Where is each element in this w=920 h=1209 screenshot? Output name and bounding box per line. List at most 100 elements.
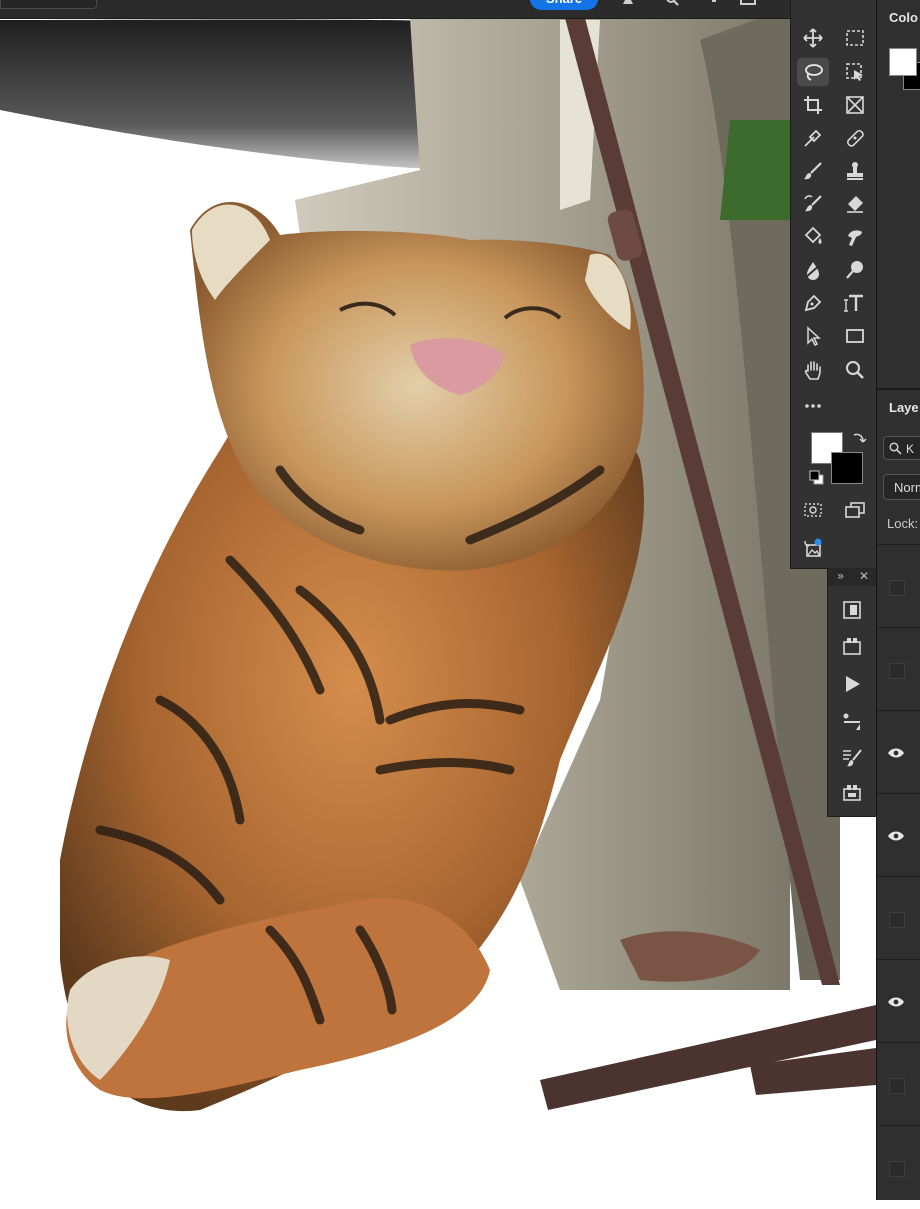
bandage-icon: [846, 129, 864, 147]
eyedropper-icon: [804, 129, 822, 147]
object-select-tool[interactable]: [839, 58, 871, 86]
layer-row[interactable]: [877, 876, 920, 960]
eye-icon[interactable]: [887, 830, 905, 842]
blur-icon: [804, 262, 822, 280]
search-icon[interactable]: [664, 0, 680, 6]
workspace-icon[interactable]: [740, 0, 756, 6]
move-icon: [803, 28, 823, 48]
quick-mask-button[interactable]: [797, 496, 829, 524]
pen-icon: [804, 294, 822, 312]
brush-tool[interactable]: [797, 157, 829, 185]
eraser-icon: [847, 196, 863, 213]
properties-icon: [843, 785, 861, 801]
color-panel: Colo: [877, 0, 920, 390]
type-icon: [844, 294, 863, 312]
visibility-toggle[interactable]: [889, 662, 905, 679]
marquee-tool[interactable]: [839, 24, 871, 52]
lasso-tool[interactable]: [797, 58, 829, 86]
visibility-toggle[interactable]: [889, 579, 905, 596]
zoom-tool[interactable]: [839, 356, 871, 384]
screen-mode-icon: [845, 502, 865, 518]
layers-panel: Laye K Norm Lock:: [877, 390, 920, 1200]
actions-button[interactable]: [837, 670, 867, 698]
strip-header: » ✕: [828, 568, 877, 586]
hand-icon: [804, 361, 821, 380]
painting-artwork: [0, 18, 876, 1112]
expand-panels-icon[interactable]: »: [837, 569, 844, 583]
layer-comps-icon: [843, 638, 861, 655]
blend-mode-select[interactable]: Norm: [883, 474, 920, 500]
history-brush-icon: [804, 195, 822, 212]
layer-row[interactable]: [877, 793, 920, 877]
default-colors-icon[interactable]: [809, 470, 825, 486]
more-tools[interactable]: [797, 392, 829, 420]
type-tool[interactable]: [839, 289, 871, 317]
smudge-icon: [848, 230, 862, 246]
move-tool[interactable]: [797, 24, 829, 52]
hand-tool[interactable]: [797, 356, 829, 384]
eye-icon[interactable]: [887, 996, 905, 1008]
layer-comps-button[interactable]: [837, 632, 867, 660]
crop-icon: [804, 96, 822, 114]
dodge-tool[interactable]: [839, 256, 871, 284]
brush-settings-icon: [843, 713, 860, 730]
frame-icon: [846, 96, 864, 114]
stamp-icon: [847, 162, 863, 180]
eye-icon[interactable]: [887, 747, 905, 759]
brush-presets-button[interactable]: [837, 744, 867, 772]
generative-button[interactable]: [797, 534, 829, 562]
frame-tool[interactable]: [839, 91, 871, 119]
layer-row[interactable]: [877, 1042, 920, 1126]
layer-row[interactable]: [877, 627, 920, 711]
color-panel-title[interactable]: Colo: [889, 10, 918, 25]
pen-tool[interactable]: [797, 289, 829, 317]
brush-icon: [804, 162, 822, 180]
generative-image-icon: [804, 538, 822, 557]
smudge-tool[interactable]: [839, 223, 871, 251]
background-color-swatch[interactable]: [831, 452, 863, 484]
visibility-toggle[interactable]: [889, 1077, 905, 1094]
layer-row[interactable]: [877, 959, 920, 1043]
close-icon[interactable]: ✕: [859, 569, 869, 583]
properties-button[interactable]: [837, 778, 867, 806]
eyedropper-tool[interactable]: [797, 124, 829, 152]
crop-tool[interactable]: [797, 91, 829, 119]
bucket-icon: [804, 226, 822, 244]
tools-panel: [790, 0, 877, 569]
bell-icon[interactable]: [620, 0, 636, 6]
history-brush-tool[interactable]: [797, 190, 829, 218]
layer-filter-input[interactable]: K: [883, 436, 920, 460]
blur-tool[interactable]: [797, 256, 829, 284]
arrow-icon: [807, 326, 821, 347]
visibility-toggle[interactable]: [889, 1160, 905, 1177]
layer-filter-value: K: [906, 442, 915, 456]
color-panel-foreground-swatch[interactable]: [889, 48, 917, 76]
history-panel-button[interactable]: [837, 596, 867, 624]
options-field[interactable]: [0, 0, 97, 9]
document-canvas[interactable]: [0, 0, 920, 1200]
layer-row[interactable]: [877, 710, 920, 794]
history-icon: [843, 601, 861, 619]
swap-colors-icon[interactable]: [851, 430, 867, 446]
clone-stamp-tool[interactable]: [839, 157, 871, 185]
collapsed-panels-strip: » ✕: [827, 568, 877, 817]
rect-marquee-icon: [846, 30, 864, 46]
eraser-tool[interactable]: [839, 190, 871, 218]
lock-label: Lock:: [887, 516, 919, 531]
layers-panel-title[interactable]: Laye: [889, 400, 919, 415]
visibility-toggle[interactable]: [889, 911, 905, 928]
path-select-tool[interactable]: [797, 322, 829, 350]
share-button[interactable]: Share: [530, 0, 598, 10]
rectangle-tool[interactable]: [839, 322, 871, 350]
brush-presets-icon: [843, 749, 862, 767]
healing-brush-tool[interactable]: [839, 124, 871, 152]
layer-row[interactable]: [877, 1125, 920, 1209]
rectangle-icon: [846, 329, 864, 343]
paint-bucket-tool[interactable]: [797, 223, 829, 251]
layer-row[interactable]: [877, 544, 920, 628]
cloud-docs-icon[interactable]: [706, 0, 722, 6]
brush-settings-button[interactable]: [837, 708, 867, 736]
screen-mode-button[interactable]: [839, 496, 871, 524]
ellipsis-icon: [805, 404, 821, 408]
options-bar: Share: [0, 0, 790, 19]
